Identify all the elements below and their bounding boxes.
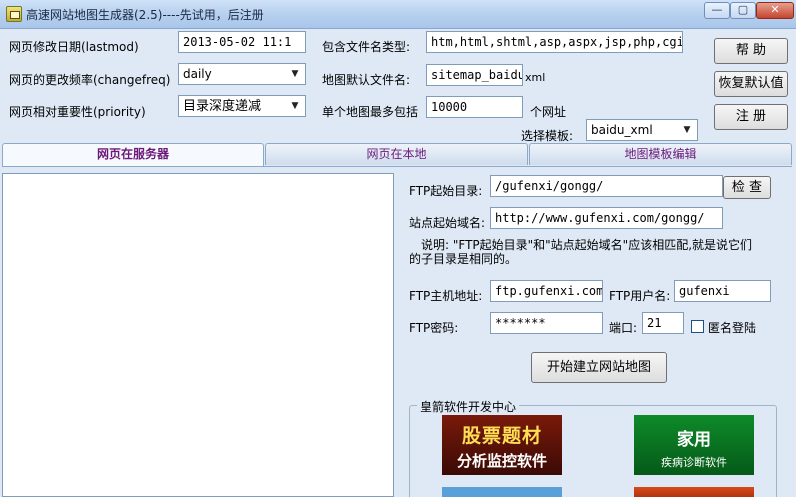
filetypes-input[interactable]: htm,html,shtml,asp,aspx,jsp,php,cgi [426,31,683,53]
blue-ad-banner[interactable] [442,487,562,497]
lastmod-label: 网页修改日期(lastmod) [9,40,139,54]
max-urls-label: 单个地图最多包括 [322,105,419,119]
title-bar[interactable]: 高速网站地图生成器(2.5)----先试用，后注册 — ▢ ✕ [0,0,796,29]
ftp-note: 说明: "FTP起始目录"和"站点起始域名"应该相匹配,就是说它们 的子目录是相… [409,238,769,266]
red-ad-banner[interactable] [634,487,754,497]
ftp-password-input[interactable]: ******* [490,312,603,334]
stock-software-ad[interactable]: 股票题材 分析监控软件 [442,415,562,475]
ftp-user-input[interactable]: gufenxi [674,280,771,302]
default-filename-suffix: xml [525,71,546,84]
help-button[interactable]: 帮 助 [714,38,788,64]
changefreq-label: 网页的更改频率(changefreq) [9,73,171,87]
changefreq-value: daily [183,67,212,81]
maximize-button[interactable]: ▢ [730,2,756,19]
max-urls-value: 10000 [431,100,468,114]
start-build-sitemap-button[interactable]: 开始建立网站地图 [531,352,667,383]
lastmod-datetime-picker[interactable]: 2013-05-02 11:1 [178,31,306,53]
max-urls-suffix: 个网址 [530,105,567,119]
minimize-button[interactable]: — [704,2,730,19]
stock-ad-line-1: 股票题材 [461,425,542,447]
dropdown-arrow-icon: ▼ [291,101,299,111]
ftp-password-label: FTP密码: [409,321,459,335]
template-select[interactable]: baidu_xml ▼ [586,119,698,141]
dropdown-arrow-icon: ▼ [683,125,691,135]
changefreq-select[interactable]: daily ▼ [178,63,306,85]
tab-template-editor[interactable]: 地图模板编辑 [529,143,792,165]
site-domain-value: http://www.gufenxi.com/gongg/ [495,211,705,225]
priority-label: 网页相对重要性(priority) [9,105,146,119]
ads-group-title: 皇箭软件开发中心 [417,398,520,415]
ftp-host-value: ftp.gufenxi.com [495,284,603,298]
check-button[interactable]: 检 查 [723,176,771,199]
note-line-1: 说明: "FTP起始目录"和"站点起始域名"应该相匹配,就是说它们 [421,238,753,252]
priority-select[interactable]: 目录深度递减 ▼ [178,95,306,117]
anonymous-login-label[interactable]: 匿名登陆 [708,319,756,336]
ftp-user-value: gufenxi [679,284,730,298]
home-ad-line-1: 家用 [677,430,711,450]
ftp-start-dir-input[interactable]: /gufenxi/gongg/ [490,175,723,197]
anonymous-login-checkbox[interactable] [691,320,704,333]
filetypes-value: htm,html,shtml,asp,aspx,jsp,php,cgi [431,35,683,49]
dropdown-arrow-icon: ▼ [291,69,299,79]
default-filename-input[interactable]: sitemap_baidu [426,64,523,86]
tab-strip: 网页在服务器 网页在本地 地图模板编辑 [2,143,792,167]
tab-local[interactable]: 网页在本地 [265,143,528,165]
home-diagnosis-ad[interactable]: 家用 疾病诊断软件 [634,415,754,475]
window-title: 高速网站地图生成器(2.5)----先试用，后注册 [26,8,264,22]
close-button[interactable]: ✕ [756,2,794,19]
priority-value: 目录深度递减 [183,99,262,114]
ftp-user-label: FTP用户名: [609,289,671,303]
filetypes-label: 包含文件名类型: [322,40,411,54]
template-label: 选择模板: [521,129,574,143]
default-filename-value: sitemap_baidu [431,68,523,82]
ftp-start-dir-value: /gufenxi/gongg/ [495,179,604,193]
stock-ad-line-2: 分析监控软件 [456,452,547,470]
ftp-start-dir-label: FTP起始目录: [409,184,483,198]
max-urls-input[interactable]: 10000 [426,96,523,118]
ftp-host-label: FTP主机地址: [409,289,483,303]
lastmod-value: 2013-05-02 11:1 [183,35,292,49]
site-domain-label: 站点起始域名: [409,216,486,230]
home-ad-line-2: 疾病诊断软件 [661,456,727,469]
note-line-2: 的子目录是相同的。 [409,252,518,266]
restore-defaults-button[interactable]: 恢复默认值 [714,71,788,97]
ftp-port-value: 21 [647,316,662,330]
results-listbox[interactable] [2,173,394,497]
ftp-port-label: 端口: [609,321,638,335]
ftp-host-input[interactable]: ftp.gufenxi.com [490,280,603,302]
tab-server[interactable]: 网页在服务器 [2,143,264,167]
app-icon [6,6,22,22]
default-filename-label: 地图默认文件名: [322,73,411,87]
ftp-port-input[interactable]: 21 [642,312,684,334]
register-button[interactable]: 注 册 [714,104,788,130]
site-domain-input[interactable]: http://www.gufenxi.com/gongg/ [490,207,723,229]
template-value: baidu_xml [591,123,653,137]
ftp-password-value: ******* [495,316,546,330]
